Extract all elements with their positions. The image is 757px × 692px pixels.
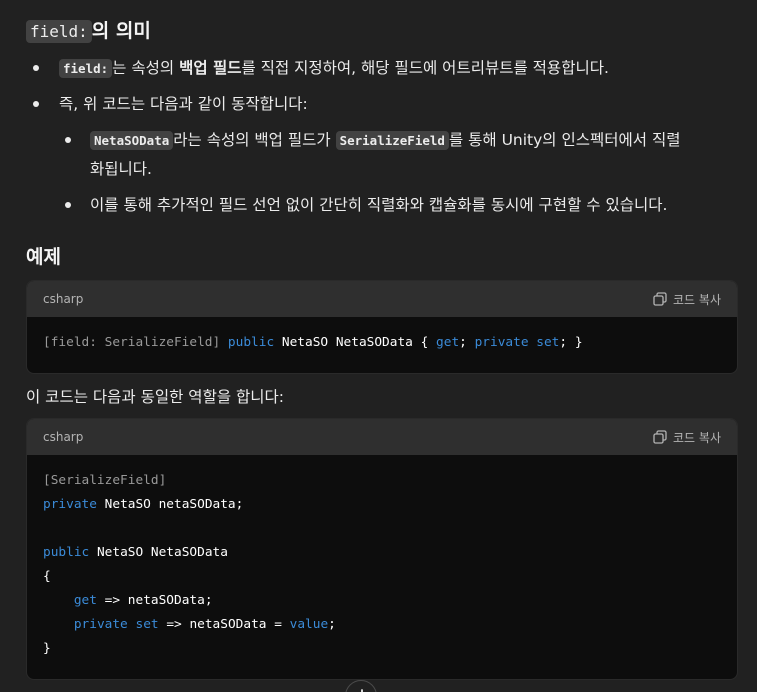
- scroll-down-button[interactable]: [345, 680, 377, 692]
- text-segment: 는 속성의: [112, 59, 180, 77]
- code-token: value: [289, 617, 329, 632]
- code-token: ;: [328, 617, 336, 632]
- code-block: csharp 코드 복사 [field: SerializeField] pub…: [26, 280, 738, 374]
- text-segment: 라는 속성의 백업 필드가: [173, 131, 336, 149]
- list-item: 즉, 위 코드는 다음과 같이 동작합니다:: [33, 90, 308, 118]
- copy-icon: [653, 292, 667, 306]
- code-token: }: [574, 335, 583, 350]
- code-block: csharp 코드 복사 [SerializeField] private Ne…: [26, 418, 738, 680]
- copy-code-button[interactable]: 코드 복사: [653, 291, 721, 308]
- inline-code: NetaSOData: [90, 131, 174, 150]
- code-token: {: [420, 335, 429, 350]
- bullet-dot: [65, 202, 71, 208]
- copy-code-label: 코드 복사: [673, 430, 721, 445]
- section-heading-field-meaning: field: 의 의미: [26, 16, 151, 43]
- code-token: NetaSO: [281, 335, 329, 350]
- code-token: ;: [559, 335, 568, 350]
- code-block-header: csharp 코드 복사: [27, 419, 737, 455]
- code-language-label: csharp: [43, 292, 84, 306]
- code-token: public: [227, 335, 275, 350]
- list-item-text: field: 는 속성의 백업 필드를 직접 지정하여, 해당 필드에 어트리뷰트…: [59, 54, 609, 83]
- code-token: private: [474, 335, 529, 350]
- code-token: [field: SerializeField]: [43, 335, 221, 350]
- code-token: set: [135, 617, 159, 632]
- code-token: => netaSOData;: [104, 593, 213, 608]
- paragraph: 이 코드는 다음과 동일한 역할을 합니다:: [26, 388, 285, 406]
- inline-code: SerializeField: [335, 131, 449, 150]
- bold-text: 백업 필드: [179, 59, 242, 77]
- code-token: [SerializeField]: [43, 473, 167, 488]
- heading-inline-code: field:: [26, 20, 92, 43]
- code-token: get: [73, 593, 97, 608]
- inline-code: field:: [59, 59, 113, 78]
- code-token: NetaSOData: [335, 335, 413, 350]
- copy-code-label: 코드 복사: [673, 292, 721, 307]
- scroll-down-icon: [361, 689, 363, 692]
- list-item: field: 는 속성의 백업 필드를 직접 지정하여, 해당 필드에 어트리뷰트…: [33, 54, 609, 83]
- code-language-label: csharp: [43, 430, 84, 444]
- list-item-text: NetaSOData 라는 속성의 백업 필드가 SerializeField 를 …: [90, 126, 681, 183]
- code-content: [field: SerializeField] public NetaSO Ne…: [27, 317, 737, 373]
- code-token: set: [536, 335, 560, 350]
- code-token: private: [43, 497, 97, 512]
- copy-icon: [653, 430, 667, 444]
- bullet-dot: [65, 137, 71, 143]
- code-token: NetaSO netaSOData;: [104, 497, 244, 512]
- code-token: private: [73, 617, 128, 632]
- sub-list-item: 이를 통해 추가적인 필드 선언 없이 간단히 직렬화와 캡슐화를 동시에 구현…: [65, 191, 667, 219]
- bullet-dot: [33, 65, 39, 71]
- code-token: get: [436, 335, 460, 350]
- code-token: ;: [459, 335, 467, 350]
- sub-list-item: NetaSOData 라는 속성의 백업 필드가 SerializeField 를 …: [65, 126, 745, 183]
- section-heading-example: 예제: [26, 246, 61, 268]
- list-item-text: 이를 통해 추가적인 필드 선언 없이 간단히 직렬화와 캡슐화를 동시에 구현…: [90, 196, 668, 214]
- copy-code-button[interactable]: 코드 복사: [653, 429, 721, 446]
- code-token: {: [43, 569, 51, 584]
- code-block-header: csharp 코드 복사: [27, 281, 737, 317]
- code-token: NetaSO NetaSOData: [96, 545, 228, 560]
- text-segment: 를 직접 지정하여, 해당 필드에 어트리뷰트를 적용합니다.: [241, 59, 609, 77]
- code-content: [SerializeField] private NetaSO netaSODa…: [27, 455, 737, 679]
- text-segment: 화됩니다.: [90, 160, 152, 178]
- bullet-dot: [33, 101, 39, 107]
- code-token: }: [43, 641, 51, 656]
- heading-text: 의 의미: [91, 20, 151, 42]
- code-token: => netaSOData =: [166, 617, 282, 632]
- code-token: public: [43, 545, 90, 560]
- list-item-text: 즉, 위 코드는 다음과 같이 동작합니다:: [59, 95, 308, 113]
- text-segment: 를 통해 Unity의 인스펙터에서 직렬: [448, 131, 681, 149]
